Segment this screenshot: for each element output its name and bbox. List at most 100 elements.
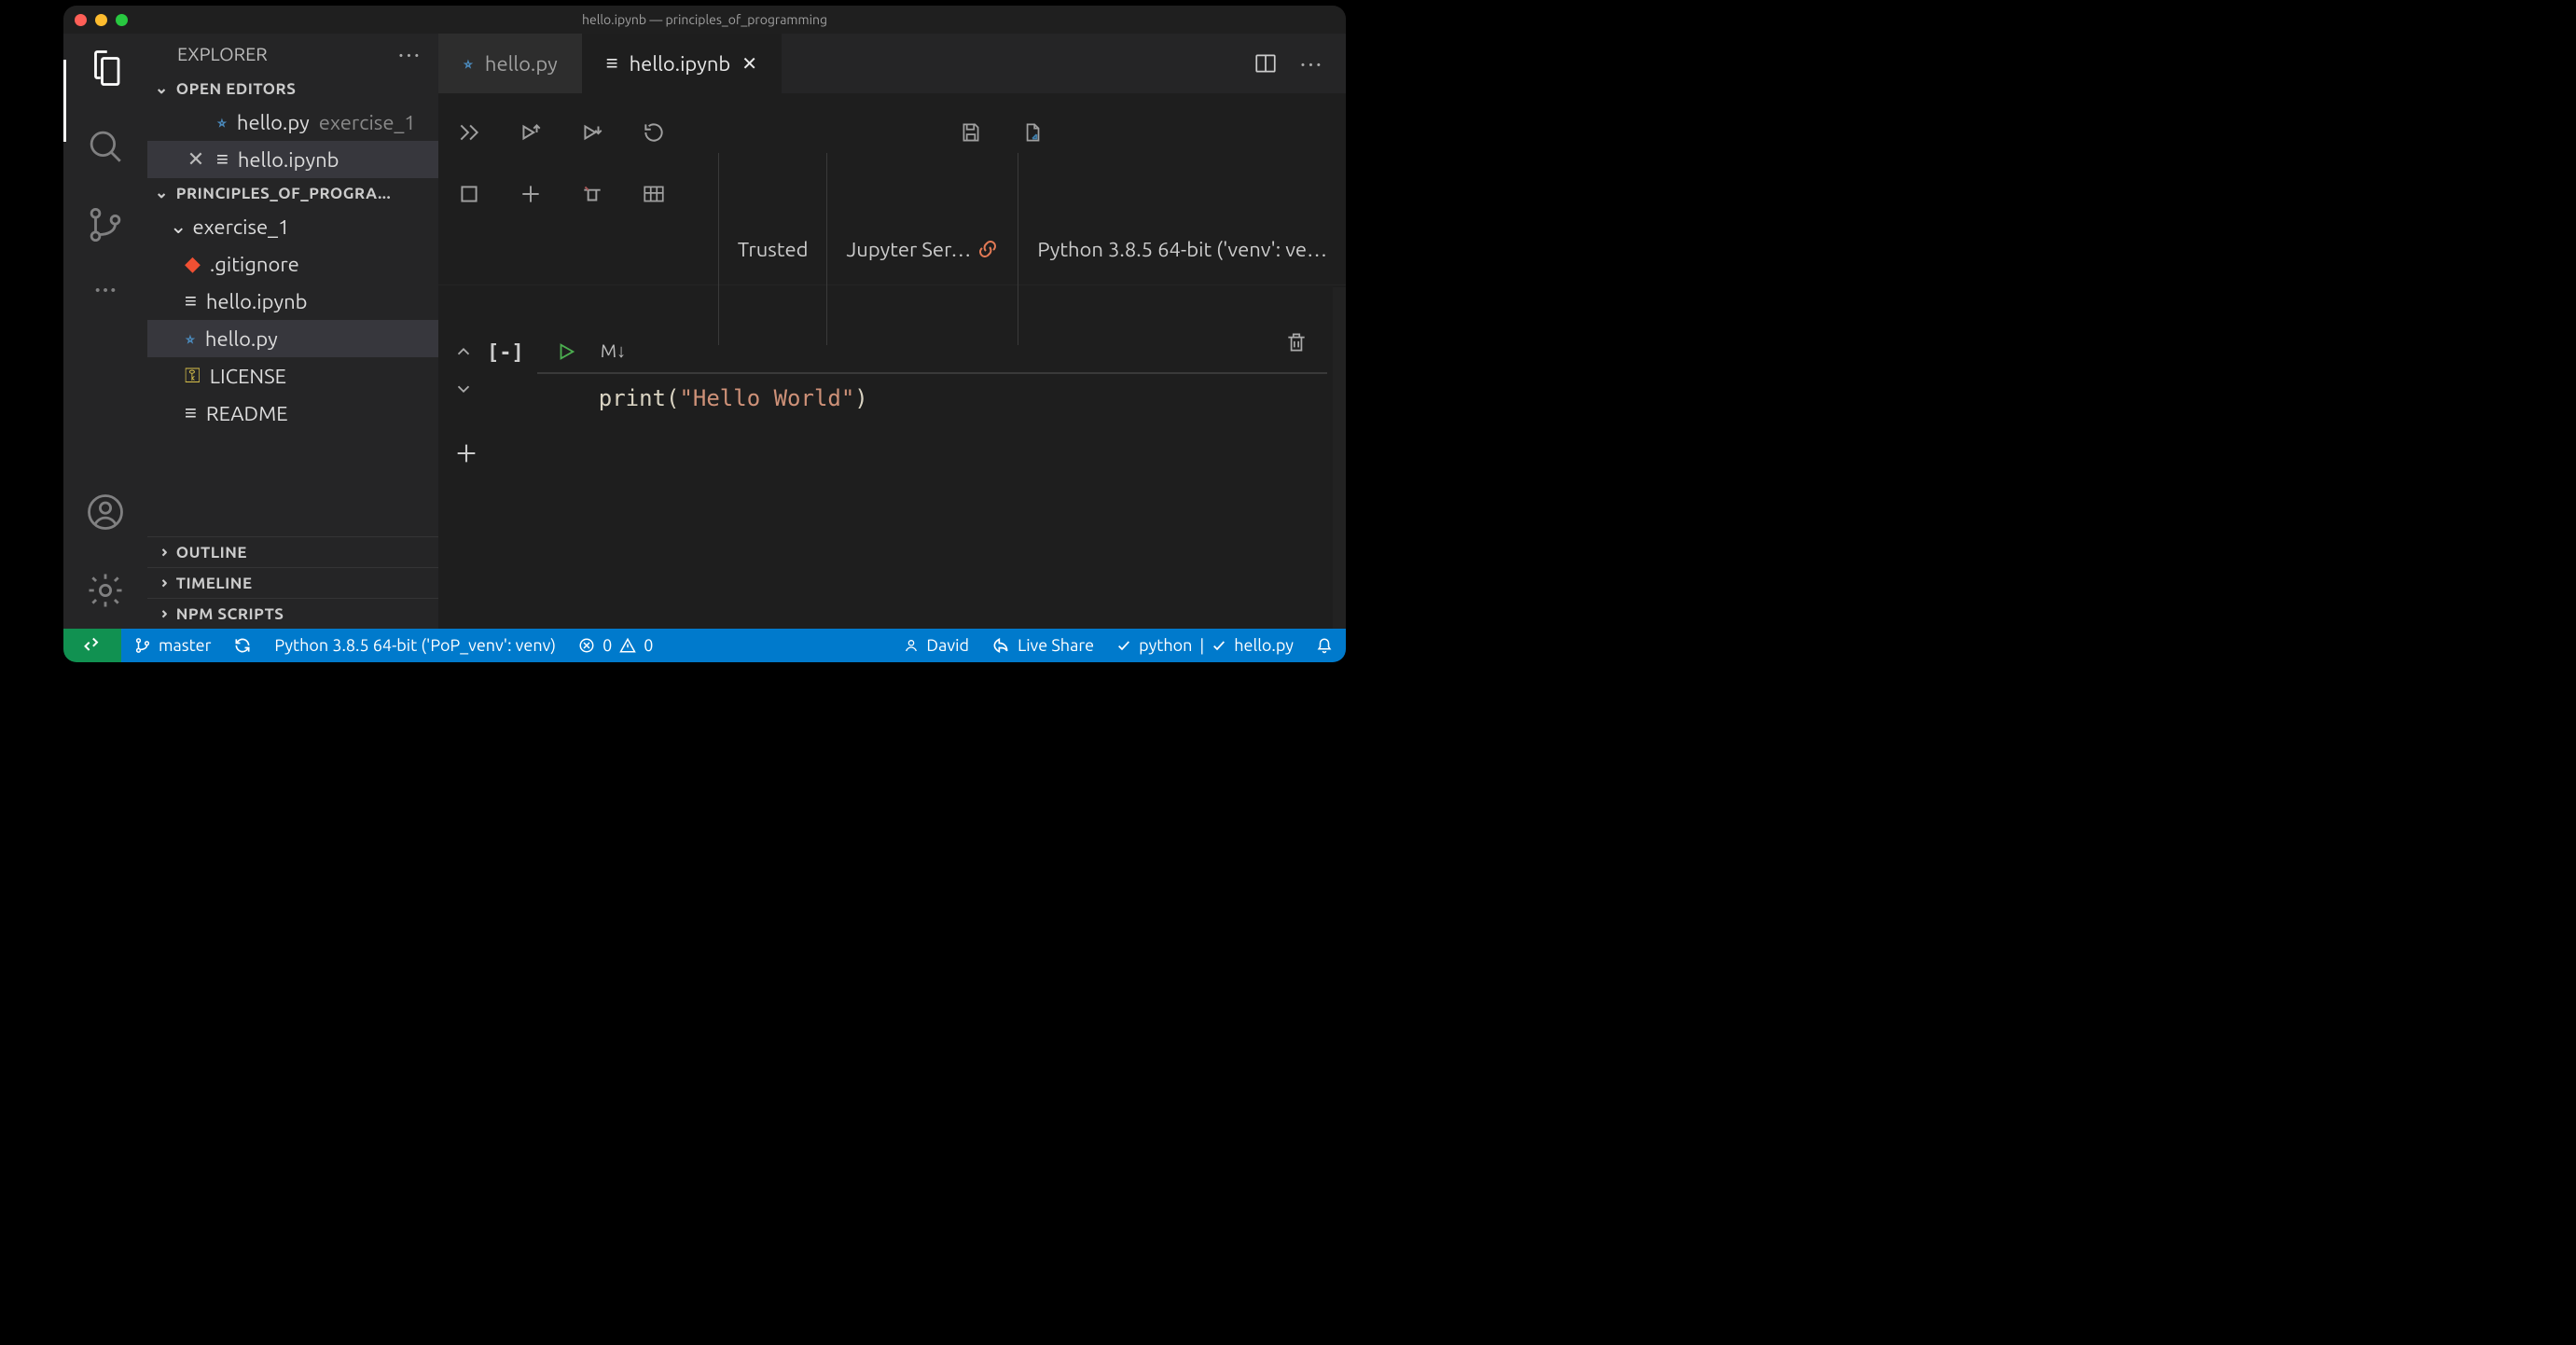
run-above-icon[interactable]: [519, 120, 543, 145]
open-editors-header[interactable]: ⌄ OPEN EDITORS: [147, 74, 438, 104]
key-icon: ⚿: [185, 364, 201, 388]
export-icon[interactable]: [1020, 120, 1045, 145]
liveshare-status[interactable]: Live Share: [991, 636, 1094, 655]
vscode-window: hello.ipynb — principles_of_programming …: [63, 6, 1346, 662]
sidebar-more-icon[interactable]: ···: [398, 49, 422, 59]
file-name: hello.py: [237, 111, 310, 134]
move-up-icon[interactable]: [453, 341, 474, 362]
section-label: TIMELINE: [176, 575, 253, 592]
notebook-icon: ≡: [185, 289, 197, 313]
file-row[interactable]: ≡ README: [147, 395, 438, 432]
open-editor-item[interactable]: ✕ ≡ hello.ipynb: [147, 141, 438, 178]
workspace-label: PRINCIPLES_OF_PROGRA...: [176, 185, 391, 202]
file-name: .gitignore: [210, 253, 299, 276]
window-title: hello.ipynb — principles_of_programming: [63, 12, 1346, 27]
chevron-right-icon: ⌄: [152, 576, 171, 590]
explorer-sidebar: EXPLORER ··· ⌄ OPEN EDITORS ⭒ hello.py e…: [147, 34, 438, 629]
file-name: README: [206, 402, 288, 425]
python-icon: ⭒: [185, 326, 196, 351]
notifications-icon[interactable]: [1316, 637, 1333, 654]
code-fn: print: [599, 385, 666, 411]
variables-icon[interactable]: [642, 182, 666, 206]
section-label: OUTLINE: [176, 544, 247, 562]
folder-row[interactable]: ⌄ exercise_1: [147, 208, 438, 245]
python-icon: ⭒: [216, 110, 228, 134]
tab-hello-ipynb[interactable]: ≡ hello.ipynb ✕: [582, 34, 782, 93]
activity-bar: ···: [63, 34, 147, 629]
code-cell[interactable]: M↓ print("Hello World"): [537, 334, 1327, 629]
clear-output-icon[interactable]: [580, 182, 604, 206]
settings-activity[interactable]: [86, 571, 125, 610]
workspace-header[interactable]: ⌄ PRINCIPLES_OF_PROGRA...: [147, 178, 438, 208]
add-cell-icon[interactable]: [519, 182, 543, 206]
chevron-down-icon: ⌄: [155, 79, 169, 98]
chevron-down-icon: ⌄: [170, 215, 187, 239]
error-count: 0: [602, 636, 612, 655]
markdown-toggle[interactable]: M↓: [601, 340, 626, 363]
add-cell-below-icon[interactable]: [453, 440, 479, 466]
link-icon: [976, 238, 999, 260]
cell-code[interactable]: print("Hello World"): [537, 374, 1327, 424]
tab-hello-py[interactable]: ⭒ hello.py: [438, 34, 582, 93]
interrupt-icon[interactable]: [457, 182, 481, 206]
sync-button[interactable]: [233, 636, 252, 655]
warning-count: 0: [644, 636, 653, 655]
notebook-icon: ≡: [606, 51, 618, 76]
interpreter-label: Python 3.8.5 64-bit ('PoP_venv': venv): [274, 636, 556, 655]
sidebar-title: EXPLORER: [177, 43, 268, 64]
explorer-activity[interactable]: [86, 49, 125, 88]
npm-scripts-header[interactable]: ⌄ NPM SCRIPTS: [147, 598, 438, 629]
save-icon[interactable]: [959, 120, 983, 145]
file-desc: exercise_1: [319, 111, 416, 134]
file-name: hello.ipynb: [206, 290, 308, 313]
accounts-activity[interactable]: [86, 492, 125, 532]
editor-area: ⭒ hello.py ≡ hello.ipynb ✕ ···: [438, 34, 1346, 629]
close-icon[interactable]: ✕: [185, 147, 207, 172]
activity-active-indicator: [63, 60, 66, 142]
source-control-activity[interactable]: [86, 205, 125, 244]
timeline-header[interactable]: ⌄ TIMELINE: [147, 567, 438, 598]
language-status[interactable]: python | hello.py: [1116, 636, 1294, 655]
file-row[interactable]: ◆ .gitignore: [147, 245, 438, 283]
server-label: Jupyter Ser…: [846, 238, 971, 261]
titlebar[interactable]: hello.ipynb — principles_of_programming: [63, 6, 1346, 34]
chevron-right-icon: ⌄: [152, 607, 171, 621]
user-status[interactable]: David: [904, 636, 969, 655]
search-activity[interactable]: [86, 127, 125, 166]
section-label: NPM SCRIPTS: [176, 605, 284, 623]
file-row[interactable]: ⭒ hello.py: [147, 320, 438, 357]
git-branch-status[interactable]: master: [134, 636, 211, 655]
close-icon[interactable]: ✕: [741, 52, 757, 75]
file-name: hello.py: [205, 327, 278, 351]
more-activity[interactable]: ···: [93, 284, 117, 293]
collapsed-sections: ⌄ OUTLINE ⌄ TIMELINE ⌄ NPM SCRIPTS: [147, 536, 438, 629]
tab-label: hello.py: [485, 52, 558, 76]
editor-tabs: ⭒ hello.py ≡ hello.ipynb ✕ ···: [438, 34, 1346, 93]
file-label: hello.py: [1234, 636, 1294, 655]
run-below-icon[interactable]: [580, 120, 604, 145]
run-all-icon[interactable]: [457, 120, 481, 145]
file-row[interactable]: ⚿ LICENSE: [147, 357, 438, 395]
restart-icon[interactable]: [642, 120, 666, 145]
chevron-right-icon: ⌄: [152, 546, 171, 560]
problems-status[interactable]: 0 0: [578, 636, 653, 655]
open-editor-item[interactable]: ⭒ hello.py exercise_1: [147, 104, 438, 141]
delete-cell-icon[interactable]: [1284, 330, 1309, 354]
move-down-icon[interactable]: [453, 379, 474, 399]
file-name: LICENSE: [210, 365, 286, 388]
tab-label: hello.ipynb: [630, 52, 731, 76]
notebook-icon: ≡: [185, 401, 197, 425]
outline-header[interactable]: ⌄ OUTLINE: [147, 536, 438, 567]
chevron-down-icon: ⌄: [155, 184, 169, 202]
file-row[interactable]: ≡ hello.ipynb: [147, 283, 438, 320]
open-editors-label: OPEN EDITORS: [176, 80, 297, 98]
tab-more-icon[interactable]: ···: [1300, 59, 1323, 68]
split-editor-icon[interactable]: [1253, 51, 1278, 76]
interpreter-status[interactable]: Python 3.8.5 64-bit ('PoP_venv': venv): [274, 636, 556, 655]
scrollbar[interactable]: [1333, 287, 1346, 629]
collapse-toggle[interactable]: [-]: [487, 300, 524, 629]
user-label: David: [926, 636, 969, 655]
git-icon: ◆: [185, 252, 201, 276]
run-cell-icon[interactable]: [556, 341, 576, 362]
remote-button[interactable]: [63, 629, 121, 662]
